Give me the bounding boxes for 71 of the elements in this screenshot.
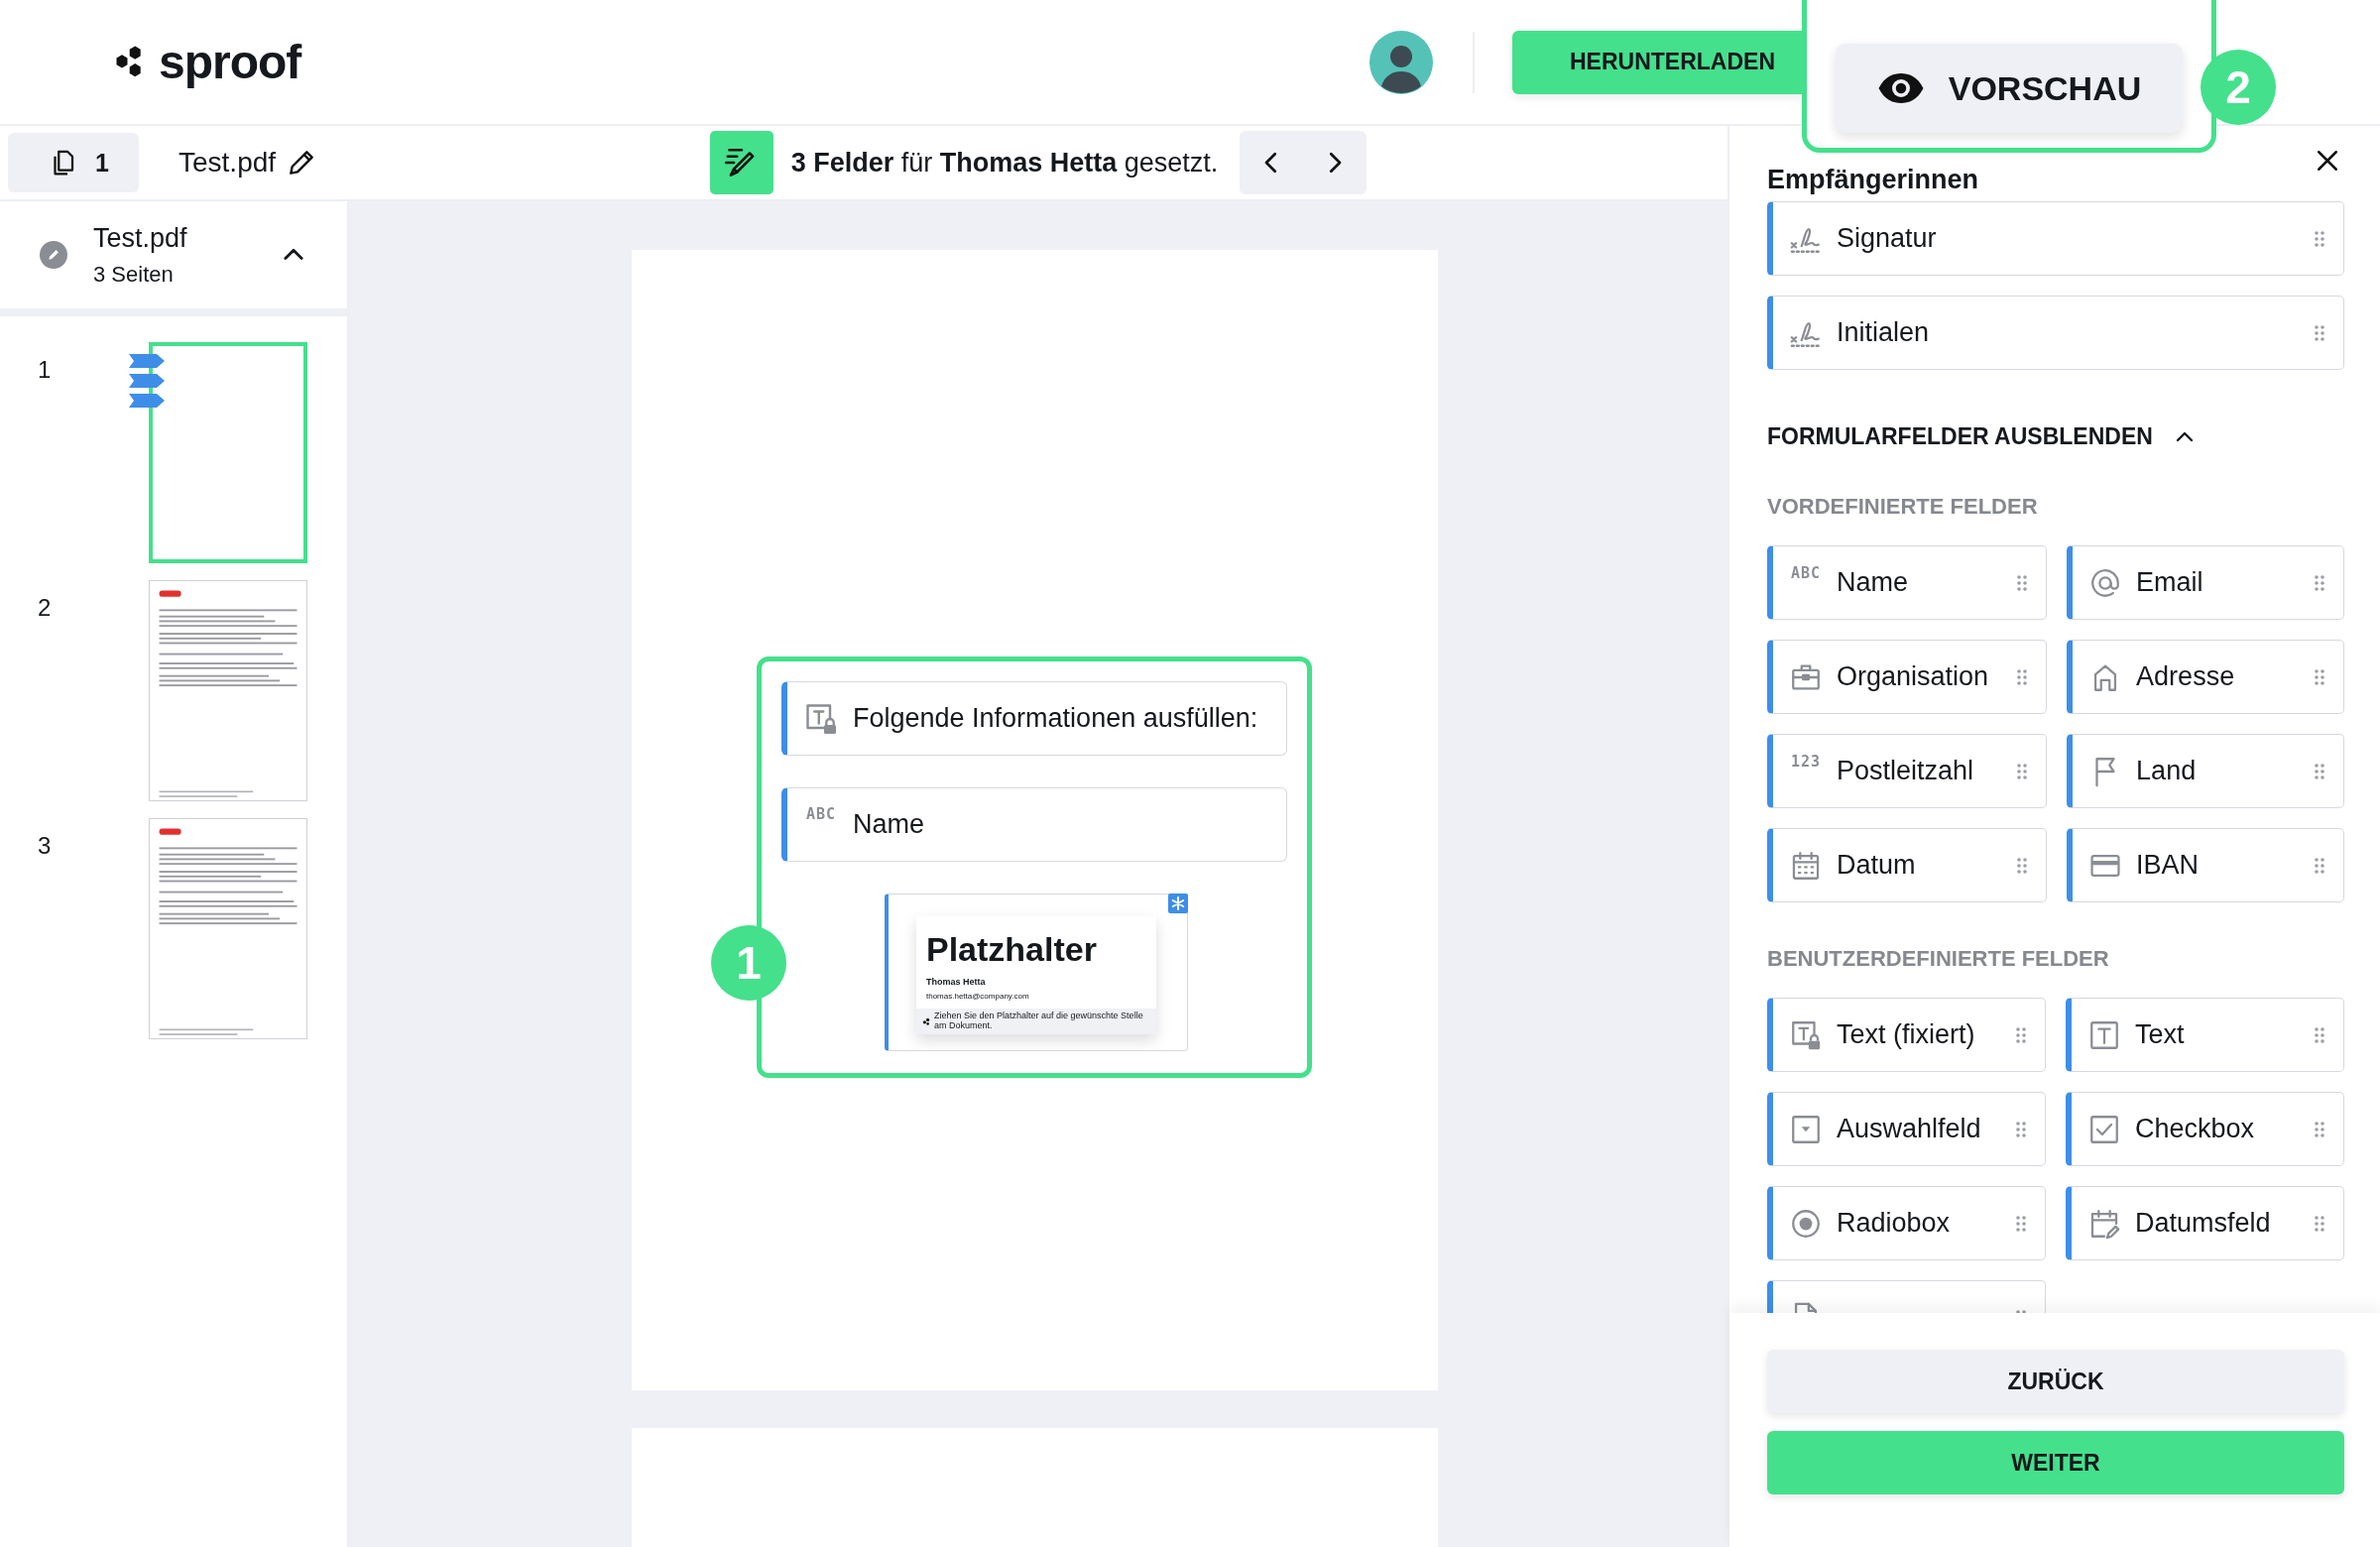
section-heading: BENUTZERDEFINIERTE FELDER [1767, 946, 2110, 972]
section-heading: VORDEFINIERTE FELDER [1767, 494, 2039, 520]
drag-handle-icon[interactable] [2016, 667, 2029, 686]
field-marker-icon [129, 374, 165, 388]
section-toggle[interactable]: FORMULARFELDER AUSBLENDEN [1767, 423, 2153, 450]
field-item[interactable]: Checkbox [2066, 1092, 2344, 1166]
signer-email: thomas.hetta@company.com [925, 991, 1030, 1001]
back-button[interactable]: ZURÜCK [1767, 1350, 2344, 1413]
drag-handle-icon[interactable] [2015, 1214, 2027, 1233]
field-item[interactable]: Datumsfeld [2066, 1186, 2344, 1260]
drag-handle-icon[interactable] [2314, 1120, 2325, 1138]
status-message: 3 Felder für Thomas Hetta gesetzt. [790, 147, 1219, 178]
field-item[interactable]: Text (fixiert) [1767, 998, 2046, 1072]
next-step-button[interactable]: WEITER [1767, 1431, 2344, 1494]
field-type-icon: ABC [1789, 565, 1823, 600]
page-number: 1 [38, 355, 53, 384]
field-item[interactable]: Initialen [1767, 296, 2344, 370]
field-type-icon: 123 [1789, 754, 1823, 788]
page-number: 3 [38, 831, 53, 860]
preview-button[interactable]: VORSCHAU [1836, 44, 2183, 133]
field-item[interactable]: IBAN [2067, 828, 2344, 902]
field-type-icon: ABC [803, 806, 839, 843]
field-item[interactable]: Auswahlfeld [1767, 1092, 2046, 1166]
field-marker-icon [129, 394, 165, 408]
user-avatar[interactable] [1369, 30, 1433, 94]
eye-icon [1876, 71, 1925, 105]
drag-handle-icon[interactable] [2314, 762, 2325, 780]
asterisk-icon [1168, 893, 1188, 913]
placeholder-field[interactable]: Platzhalter Thomas Hetta thomas.hetta@company.com Ziehen Sie den Platzhalter auf die gewünschte Stelle am Dokument. [885, 893, 1188, 1051]
field-item[interactable]: Radiobox [1767, 1186, 2046, 1260]
step-badge: 1 [711, 925, 786, 1001]
file-name: Test.pdf [178, 147, 277, 178]
form-field[interactable]: Folgende Informationen ausfüllen: [781, 681, 1287, 756]
page-thumbnail[interactable] [149, 342, 307, 563]
drag-handle-icon[interactable] [2314, 323, 2325, 342]
drag-handle-icon[interactable] [2314, 856, 2325, 875]
drag-handle-icon[interactable] [2314, 1025, 2325, 1044]
field-item[interactable]: 123 Postleitzahl [1767, 734, 2048, 808]
move-icon [922, 1016, 930, 1025]
drag-handle-icon[interactable] [2015, 1120, 2027, 1138]
signer-name: Thomas Hetta [925, 976, 987, 987]
panel-title: Empfängerinnen [1767, 165, 1979, 195]
form-field[interactable]: ABC Name [781, 787, 1287, 862]
pencil-circle-icon [40, 241, 67, 269]
page-count-label: 3 Seiten [93, 261, 175, 288]
field-item[interactable]: Email [2067, 545, 2344, 620]
page-count-button[interactable]: 1 [8, 133, 139, 192]
document-title: Test.pdf [93, 222, 188, 254]
field-item[interactable]: ABC Name [1767, 545, 2048, 620]
step-badge: 2 [2201, 50, 2276, 125]
drag-handle-icon[interactable] [2314, 573, 2325, 592]
page-thumbnail[interactable] [149, 580, 307, 801]
drag-handle-icon[interactable] [2314, 229, 2325, 248]
field-item[interactable]: Datum [1767, 828, 2048, 902]
page-thumbnail[interactable] [149, 818, 307, 1039]
page-number: 2 [38, 593, 53, 622]
field-marker-icon [129, 354, 165, 368]
hint-text: Ziehen Sie den Platzhalter auf die gewünschte Stelle am Dokument. [934, 1012, 1144, 1031]
drag-handle-icon[interactable] [2314, 667, 2325, 686]
drag-handle-icon[interactable] [2016, 762, 2029, 780]
drag-handle-icon[interactable] [2016, 573, 2029, 592]
field-item[interactable]: Text [2066, 998, 2344, 1072]
field-item[interactable]: Land [2067, 734, 2344, 808]
field-item[interactable]: Organisation [1767, 640, 2048, 714]
field-item[interactable]: Adresse [2067, 640, 2344, 714]
placeholder-title: Platzhalter [925, 929, 1098, 969]
logo-wordmark: sproof [159, 35, 301, 89]
drag-handle-icon[interactable] [2015, 1025, 2027, 1044]
drag-handle-icon[interactable] [2016, 856, 2029, 875]
field-item[interactable]: Signatur [1767, 201, 2344, 276]
drag-handle-icon[interactable] [2314, 1214, 2325, 1233]
